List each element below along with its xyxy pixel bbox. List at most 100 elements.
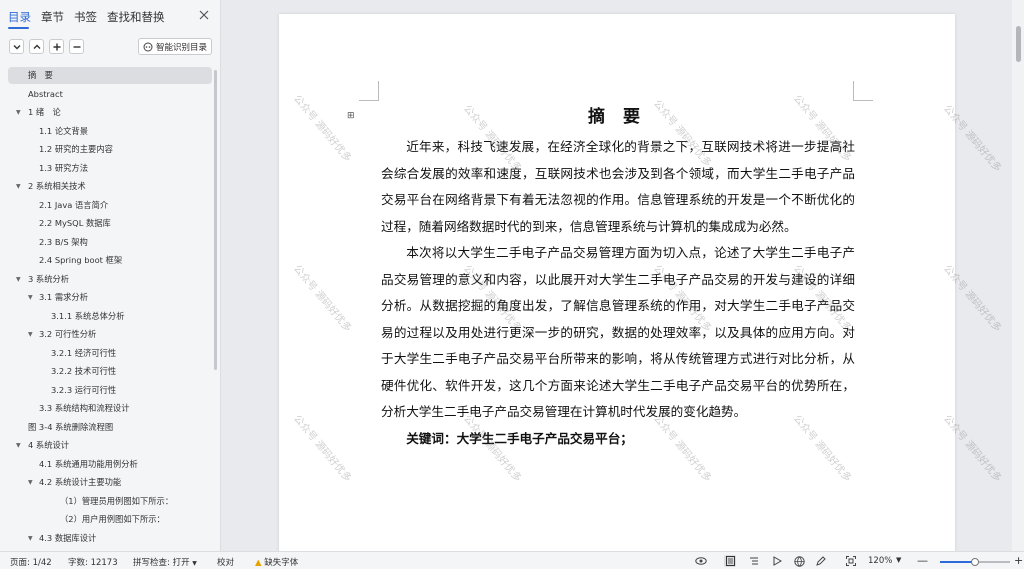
toc-item-label: 4 系统设计 xyxy=(28,440,70,450)
outline-view-icon[interactable] xyxy=(748,555,760,567)
scrollbar-thumb[interactable] xyxy=(1016,26,1021,62)
expand-arrow-icon[interactable]: ▼ xyxy=(28,474,33,491)
document-body[interactable]: 近年来，科技飞速发展，在经济全球化的背景之下，互联网技术将进一步提高社会综合发展… xyxy=(381,134,855,452)
toc-item[interactable]: ▼ 1 绪 论 xyxy=(8,104,212,121)
toc-item[interactable]: 2.2 MySQL 数据库 xyxy=(8,215,212,232)
nav-tabs: 目录 章节 书签 查找和替换 xyxy=(0,0,221,34)
close-icon xyxy=(199,10,209,20)
toc-item[interactable]: ▼ 4 系统设计 xyxy=(8,437,212,454)
missing-font-button[interactable]: ▲ 缺失字体 xyxy=(255,556,298,568)
toc-item-label: 图 3-4 系统删除流程图 xyxy=(28,421,114,432)
toc-item-label: 3 系统分析 xyxy=(28,273,70,284)
spellcheck-status[interactable]: 拼写检查: 打开 ▼ xyxy=(133,556,197,568)
expand-arrow-icon[interactable]: ▼ xyxy=(16,437,21,454)
navigation-pane: 目录 章节 书签 查找和替换 智能识别目录 摘 要 Abstract ▼ 1 绪 论 1… xyxy=(0,0,221,551)
collapse-all-button[interactable] xyxy=(9,39,24,54)
toc-item[interactable]: 图 3-4 系统删除流程图 xyxy=(8,419,212,436)
toc-item-label: （2）用户用例图如下所示： xyxy=(60,514,165,524)
tab-chapters[interactable]: 章节 xyxy=(41,9,64,25)
tab-bookmarks[interactable]: 书签 xyxy=(74,9,97,25)
toc-item[interactable]: 2.1 Java 语言简介 xyxy=(8,197,212,214)
word-count[interactable]: 字数: 12173 xyxy=(68,556,118,568)
toc-item-label: 3.2.2 技术可行性 xyxy=(51,366,117,376)
smart-toc-button[interactable]: 智能识别目录 xyxy=(138,38,212,55)
play-icon[interactable] xyxy=(771,555,783,567)
toc-item[interactable]: ▼ 3.1 需求分析 xyxy=(8,289,212,306)
toc-item[interactable]: 2.3 B/S 架构 xyxy=(8,234,212,251)
zoom-slider-thumb[interactable] xyxy=(971,558,979,566)
zoom-slider-fill xyxy=(940,561,975,563)
eye-protection-icon[interactable] xyxy=(695,555,707,567)
toc-item[interactable]: ▼ 3.2 可行性分析 xyxy=(8,326,212,343)
toc-item-label: 1.1 论文背景 xyxy=(39,125,89,136)
toc-scrollbar[interactable] xyxy=(214,70,217,370)
zoom-in-button[interactable]: + xyxy=(1014,554,1023,567)
toc-item-label: 2.2 MySQL 数据库 xyxy=(39,218,111,228)
expand-arrow-icon[interactable]: ▼ xyxy=(16,178,21,195)
pen-icon[interactable] xyxy=(815,555,827,567)
close-pane-button[interactable] xyxy=(197,7,211,23)
margin-corner-mark xyxy=(359,81,379,101)
paragraph: 本次将以大学生二手电子产品交易管理方面为切入点，论述了大学生二手电子产品交易管理… xyxy=(381,245,855,419)
toc-item[interactable]: Abstract xyxy=(8,86,212,103)
toc-item[interactable]: 1.1 论文背景 xyxy=(8,123,212,140)
chevron-up-icon xyxy=(33,44,40,49)
remove-heading-button[interactable] xyxy=(69,39,84,54)
zoom-level[interactable]: 120% xyxy=(868,556,892,566)
toc-item[interactable]: 3.2.2 技术可行性 xyxy=(8,363,212,380)
toc-item[interactable]: 2.4 Spring boot 框架 xyxy=(8,252,212,269)
toc-item-label: 4.1 系统通用功能用例分析 xyxy=(39,458,138,469)
document-scrollbar[interactable] xyxy=(1012,0,1024,551)
toc-item-label: Abstract xyxy=(28,88,63,99)
toc-item[interactable]: ▼ 2 系统相关技术 xyxy=(8,178,212,195)
smart-recognize-icon xyxy=(143,42,153,51)
toc-item[interactable]: （2）用户用例图如下所示： xyxy=(8,511,212,528)
toc-item-label: 3.2.3 运行可行性 xyxy=(51,384,117,395)
toc-item[interactable]: 3.2.1 经济可行性 xyxy=(8,345,212,362)
proofread-button[interactable]: 校对 xyxy=(217,556,234,568)
toc-item-label: 2 系统相关技术 xyxy=(28,181,86,191)
paragraph: 近年来，科技飞速发展，在经济全球化的背景之下，互联网技术将进一步提高社会综合发展… xyxy=(381,139,855,234)
toc-item[interactable]: 1.2 研究的主要内容 xyxy=(8,141,212,158)
expand-arrow-icon[interactable]: ▼ xyxy=(16,104,21,121)
fit-page-icon[interactable] xyxy=(845,555,857,567)
expand-up-button[interactable] xyxy=(29,39,44,54)
active-tab-indicator xyxy=(8,27,29,29)
document-page[interactable]: ⊞ 摘 要 近年来，科技飞速发展，在经济全球化的背景之下，互联网技术将进一步提高… xyxy=(279,14,955,551)
toc-item[interactable]: 3.2.3 运行可行性 xyxy=(8,382,212,399)
zoom-slider[interactable] xyxy=(940,558,1010,566)
missing-font-label: 缺失字体 xyxy=(264,558,299,568)
toc-item-label: 3.1.1 系统总体分析 xyxy=(51,310,125,321)
toc-list: 摘 要 Abstract ▼ 1 绪 论 1.1 论文背景 1.2 研究的主要内容 1.3 … xyxy=(0,66,214,546)
minus-icon xyxy=(73,45,80,48)
add-heading-button[interactable] xyxy=(49,39,64,54)
expand-arrow-icon[interactable]: ▼ xyxy=(28,326,33,343)
margin-corner-mark xyxy=(853,81,873,101)
tab-find-replace[interactable]: 查找和替换 xyxy=(107,9,165,25)
expand-arrow-icon[interactable]: ▼ xyxy=(28,530,33,547)
toc-item[interactable]: 1.3 研究方法 xyxy=(8,160,212,177)
chevron-down-icon xyxy=(13,44,20,49)
zoom-out-button[interactable]: — xyxy=(917,554,928,567)
toc-item[interactable]: ▼ 4.2 系统设计主要功能 xyxy=(8,474,212,491)
toc-item[interactable]: ▼ 4.3 数据库设计 xyxy=(8,530,212,547)
toc-item-label: 1.3 研究方法 xyxy=(39,162,89,173)
expand-arrow-icon[interactable]: ▼ xyxy=(28,289,33,306)
expand-arrow-icon[interactable]: ▼ xyxy=(16,271,21,288)
document-area[interactable]: ⊞ 摘 要 近年来，科技飞速发展，在经济全球化的背景之下，互联网技术将进一步提高… xyxy=(222,0,1012,551)
web-view-icon[interactable] xyxy=(793,555,805,567)
toc-item-label: 摘 要 xyxy=(28,70,53,80)
toc-item[interactable]: （1）管理员用例图如下所示： xyxy=(8,493,212,510)
tab-toc[interactable]: 目录 xyxy=(8,9,31,25)
keywords-line: 关键词：大学生二手电子产品交易平台； xyxy=(406,430,633,446)
toc-item[interactable]: 摘 要 xyxy=(8,67,212,84)
toc-item[interactable]: ▼ 3 系统分析 xyxy=(8,271,212,288)
status-bar: 页面: 1/42 字数: 12173 拼写检查: 打开 ▼ 校对 ▲ 缺失字体 … xyxy=(0,551,1024,569)
chevron-down-icon[interactable]: ▼ xyxy=(896,556,901,564)
page-view-icon[interactable] xyxy=(724,555,736,567)
toc-item[interactable]: 3.1.1 系统总体分析 xyxy=(8,308,212,325)
toc-item[interactable]: 3.3 系统结构和流程设计 xyxy=(8,400,212,417)
page-count[interactable]: 页面: 1/42 xyxy=(10,556,52,568)
toc-item-label: （1）管理员用例图如下所示： xyxy=(60,495,174,506)
toc-item[interactable]: 4.1 系统通用功能用例分析 xyxy=(8,456,212,473)
